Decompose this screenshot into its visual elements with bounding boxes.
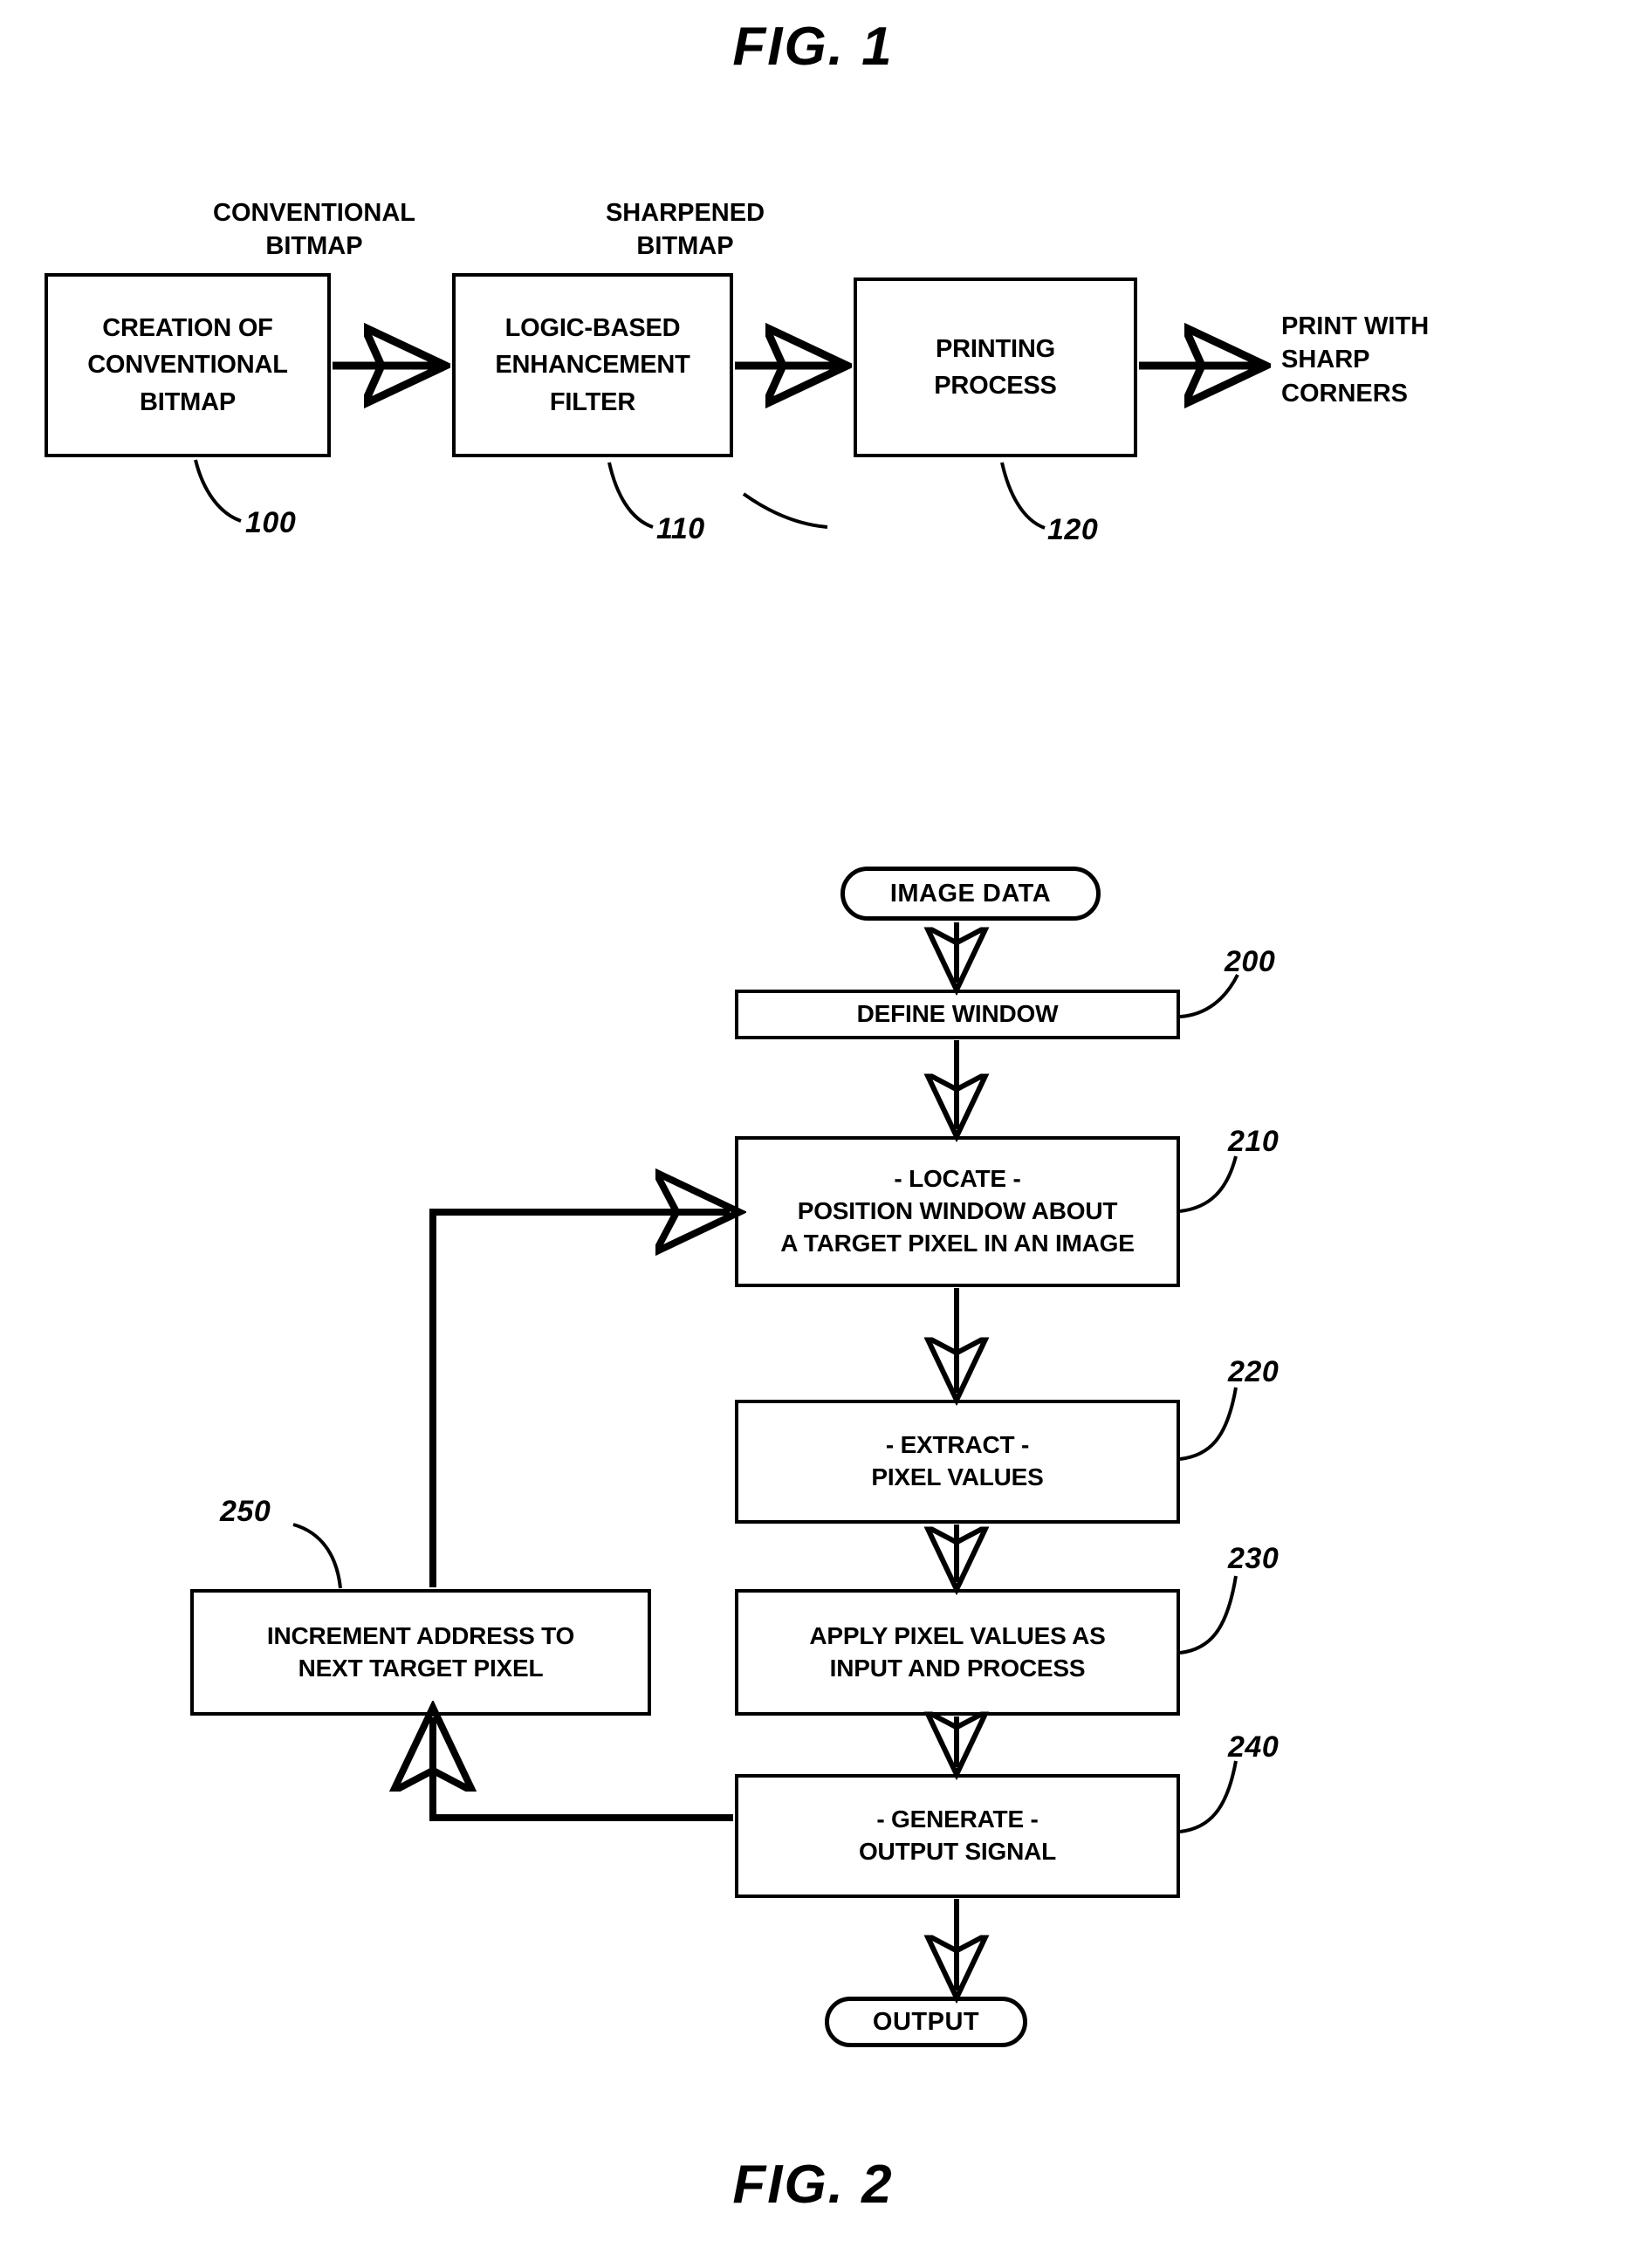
fig1-label-conventional-bitmap-line2: BITMAP [265, 232, 363, 261]
fig2-reference-250: 250 [220, 1495, 271, 1528]
fig2-box-220-line1: - EXTRACT - [885, 1431, 1030, 1459]
fig2-box-210-line1: - LOCATE - [894, 1165, 1021, 1193]
fig2-box-250-line1: INCREMENT ADDRESS TO [266, 1621, 575, 1649]
fig1-output-caption: PRINT WITH SHARP CORNERS [1281, 310, 1429, 410]
fig2-box-240-line1: - GENERATE - [876, 1805, 1039, 1833]
fig1-label-sharpened-bitmap: SHARPENED BITMAP [559, 196, 812, 264]
fig2-terminator-image-data-label: IMAGE DATA [889, 879, 1052, 908]
fig1-leader-120 [1000, 462, 1046, 530]
fig2-leader-200 [1179, 974, 1239, 1018]
fig1-box-120-line1: PRINTING [936, 334, 1055, 363]
fig1-box-100-line1: CREATION OF [102, 314, 273, 343]
fig1-reference-100: 100 [245, 506, 297, 539]
fig1-box-110-line2: ENHANCEMENT [495, 351, 690, 380]
fig1-output-caption-line3: CORNERS [1281, 379, 1409, 408]
fig2-box-define-window[interactable]: DEFINE WINDOW [735, 990, 1180, 1039]
fig1-box-logic-based-enhancement-filter[interactable]: LOGIC-BASED ENHANCEMENT FILTER [452, 273, 733, 457]
fig1-reference-120: 120 [1047, 513, 1099, 546]
fig2-leader-220 [1179, 1387, 1238, 1461]
fig2-reference-230: 230 [1228, 1542, 1280, 1575]
figure-1-title: FIG. 1 [732, 17, 894, 77]
fig2-box-240-line2: OUTPUT SIGNAL [858, 1838, 1057, 1865]
fig1-box-110-line3: FILTER [549, 387, 636, 416]
fig2-box-230-line2: INPUT AND PROCESS [829, 1654, 1086, 1682]
fig1-label-conventional-bitmap: CONVENTIONAL BITMAP [175, 196, 454, 264]
fig2-box-apply-pixel-values[interactable]: APPLY PIXEL VALUES AS INPUT AND PROCESS [735, 1589, 1180, 1716]
fig1-leader-110 [607, 462, 654, 529]
fig2-leader-250 [292, 1523, 342, 1589]
fig1-box-100-line2: CONVENTIONAL [87, 351, 288, 380]
fig1-box-printing-process[interactable]: PRINTING PROCESS [854, 278, 1137, 457]
figure-2-title: FIG. 2 [732, 2155, 894, 2215]
fig1-leader-100 [194, 459, 242, 523]
fig2-reference-240: 240 [1228, 1730, 1280, 1764]
fig2-leader-210 [1179, 1155, 1238, 1213]
fig2-box-210-line2: POSITION WINDOW ABOUT [797, 1197, 1118, 1225]
fig2-box-200-line1: DEFINE WINDOW [856, 1000, 1059, 1028]
fig2-terminator-output-label: OUTPUT [872, 2007, 980, 2036]
fig1-box-100-line3: BITMAP [140, 387, 236, 416]
fig1-label-sharpened-bitmap-line2: BITMAP [636, 232, 734, 261]
fig2-box-220-line2: PIXEL VALUES [871, 1463, 1044, 1490]
fig1-output-caption-line2: SHARP [1281, 346, 1370, 374]
fig2-leader-240 [1179, 1760, 1238, 1833]
fig1-label-conventional-bitmap-line1: CONVENTIONAL [213, 199, 415, 227]
fig2-feedback-increment-to-locate [429, 1212, 730, 1587]
fig2-reference-210: 210 [1228, 1125, 1280, 1158]
fig1-leader-110b [742, 492, 828, 529]
fig1-box-120-line2: PROCESS [934, 372, 1057, 400]
fig2-box-locate[interactable]: - LOCATE - POSITION WINDOW ABOUT A TARGE… [735, 1136, 1180, 1287]
fig2-box-extract[interactable]: - EXTRACT - PIXEL VALUES [735, 1400, 1180, 1524]
fig2-terminator-output[interactable]: OUTPUT [825, 1997, 1027, 2047]
fig1-output-caption-line1: PRINT WITH [1281, 312, 1430, 340]
fig2-box-increment-address[interactable]: INCREMENT ADDRESS TO NEXT TARGET PIXEL [190, 1589, 651, 1716]
fig2-box-generate-output-signal[interactable]: - GENERATE - OUTPUT SIGNAL [735, 1774, 1180, 1898]
fig1-label-sharpened-bitmap-line1: SHARPENED [605, 199, 765, 227]
fig2-reference-220: 220 [1228, 1355, 1280, 1388]
fig2-box-210-line3: A TARGET PIXEL IN AN IMAGE [780, 1229, 1135, 1257]
fig2-leader-230 [1179, 1575, 1238, 1655]
fig2-terminator-image-data[interactable]: IMAGE DATA [840, 867, 1101, 921]
fig2-box-230-line1: APPLY PIXEL VALUES AS [809, 1621, 1106, 1649]
fig1-reference-110: 110 [656, 512, 705, 545]
fig2-box-250-line2: NEXT TARGET PIXEL [298, 1654, 544, 1682]
fig2-reference-200: 200 [1225, 945, 1276, 978]
fig1-box-creation-of-conventional-bitmap[interactable]: CREATION OF CONVENTIONAL BITMAP [45, 273, 331, 457]
fig1-box-110-line1: LOGIC-BASED [504, 314, 681, 343]
fig2-feedback-generate-to-increment [433, 1717, 733, 1821]
